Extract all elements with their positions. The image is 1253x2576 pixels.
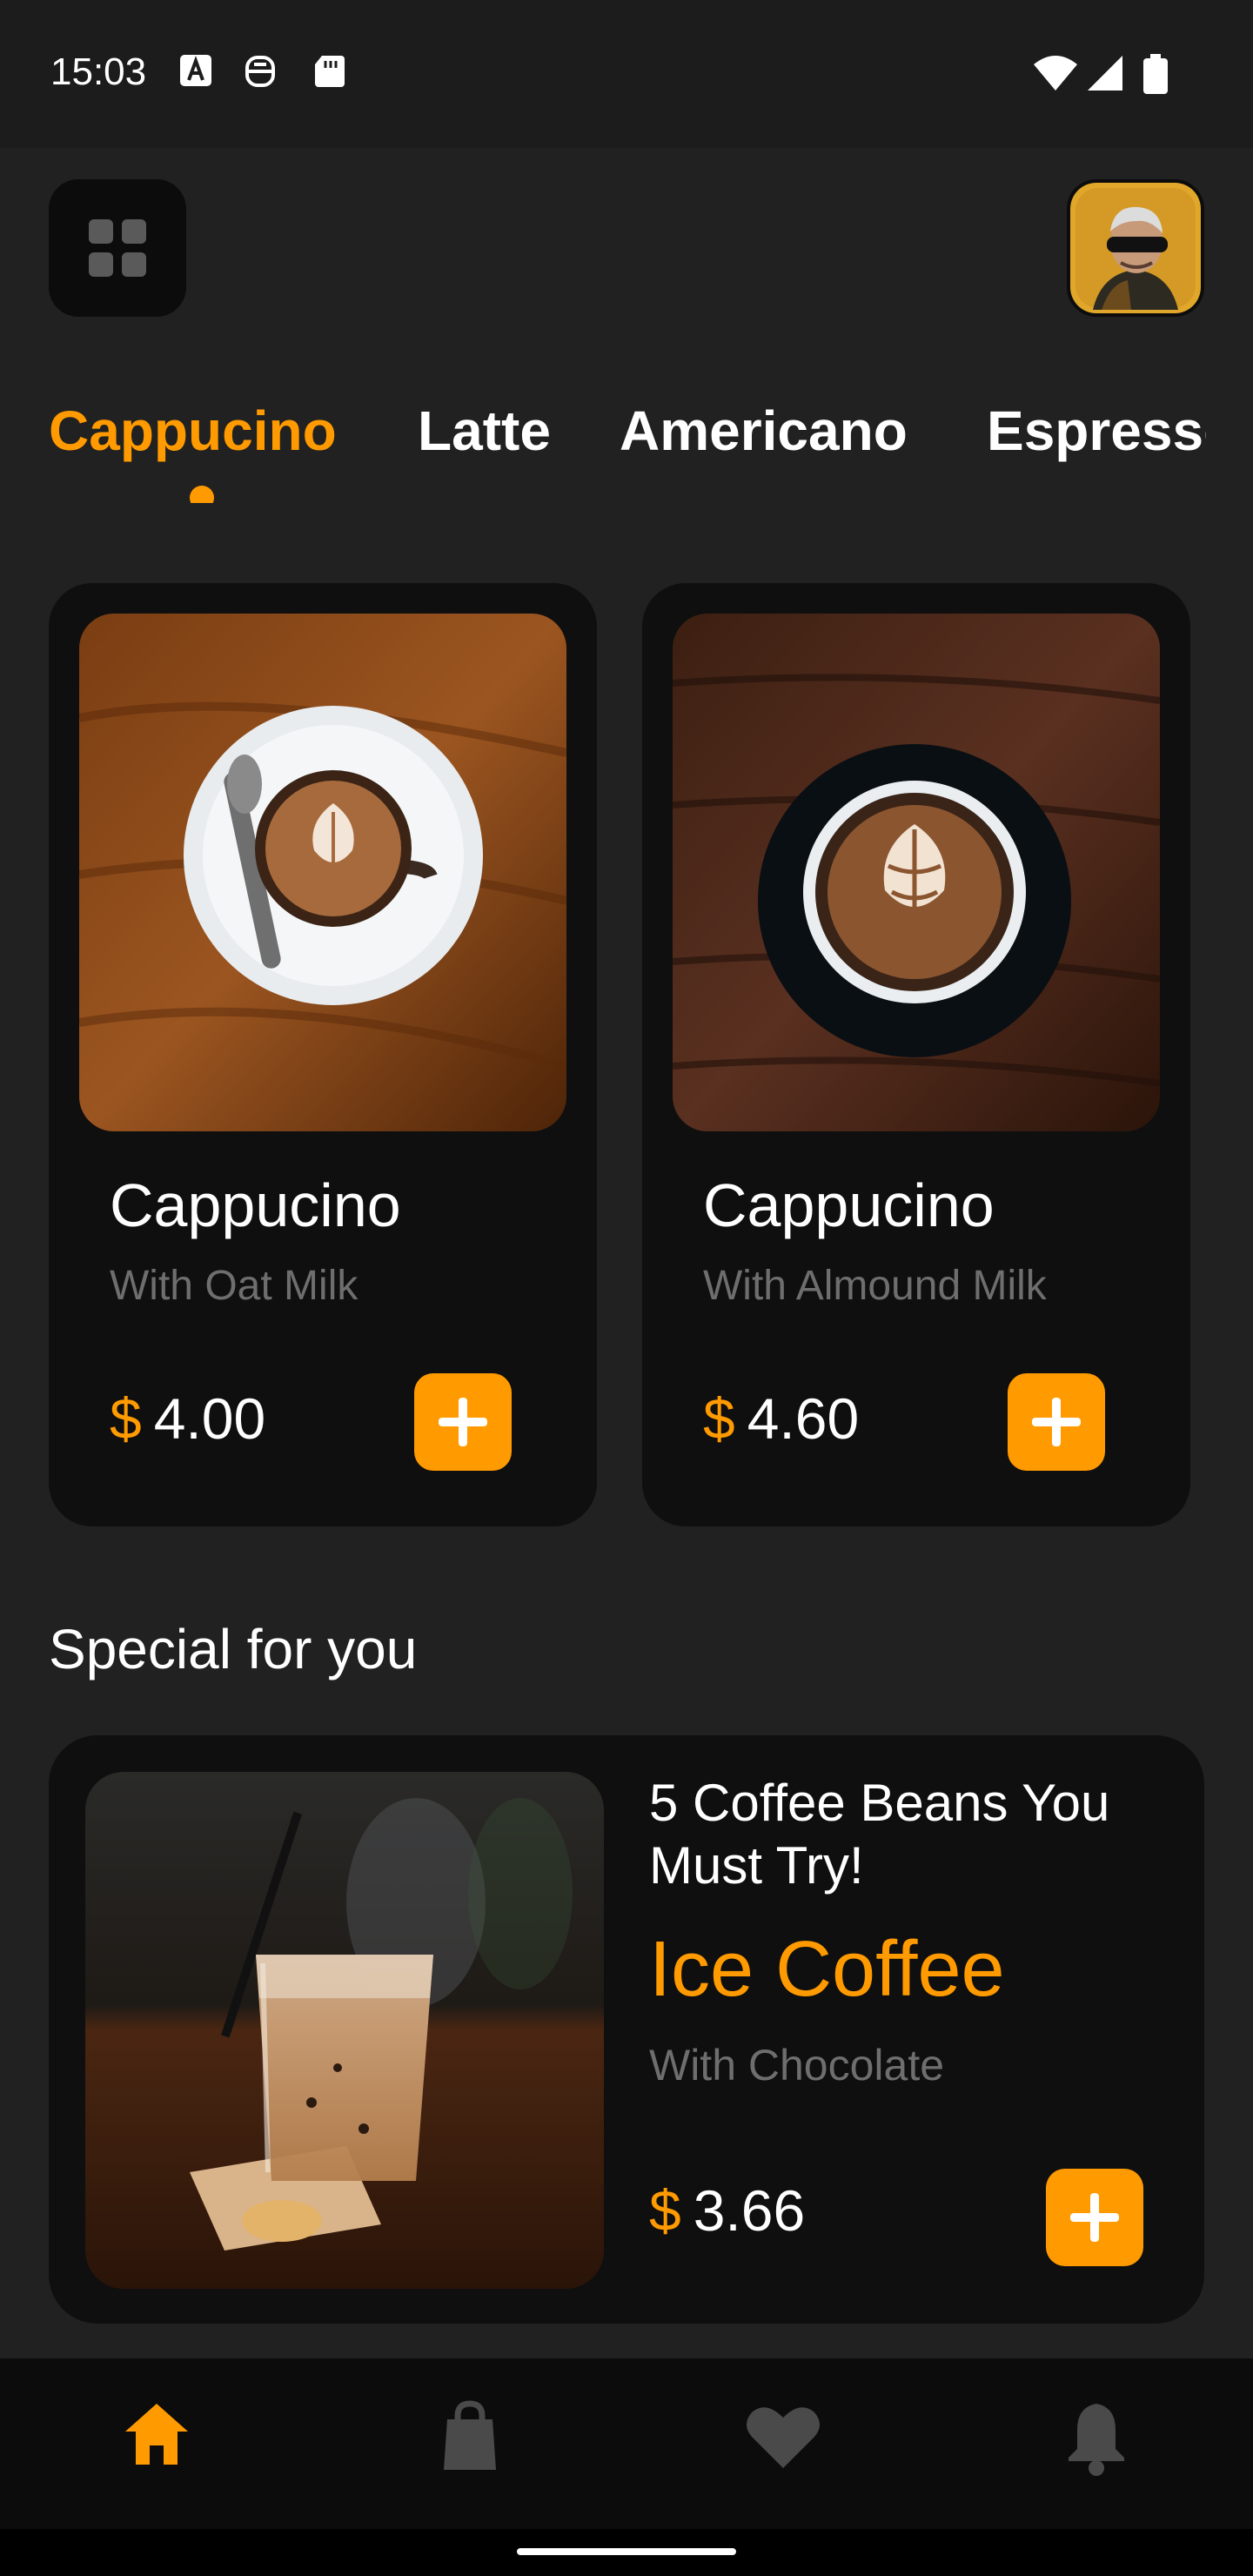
avatar[interactable] [1067, 179, 1204, 317]
menu-button[interactable] [49, 179, 186, 317]
nav-home[interactable] [104, 2385, 209, 2489]
section-title: Special for you [49, 1618, 418, 1680]
nav-orders[interactable] [418, 2385, 522, 2489]
product-image [673, 614, 1160, 1131]
product-price: $4.60 [703, 1385, 859, 1452]
active-tab-indicator [190, 486, 214, 503]
special-offer-card[interactable]: 5 Coffee Beans You Must Try! Ice Coffee … [49, 1735, 1204, 2324]
add-to-cart-button[interactable] [1008, 1373, 1105, 1471]
home-gesture-handle[interactable] [517, 2548, 736, 2555]
bottom-navigation [0, 2358, 1253, 2529]
product-image [79, 614, 566, 1131]
product-subtitle: With Almound Milk [703, 1263, 1047, 1309]
vpn-notification-icon [245, 56, 275, 87]
status-time: 15:03 [50, 50, 147, 93]
product-name: Cappucino [110, 1171, 401, 1239]
special-price: $3.66 [649, 2177, 805, 2244]
tab-americano[interactable]: Americano [620, 399, 908, 463]
sd-card-icon [315, 56, 345, 87]
shopping-bag-icon [444, 2400, 496, 2470]
nav-notifications[interactable] [1044, 2385, 1149, 2489]
currency-symbol: $ [649, 2178, 681, 2243]
tab-espresso[interactable]: Espresso [987, 399, 1206, 463]
special-image [85, 1772, 604, 2289]
product-price: $4.00 [110, 1385, 265, 1452]
nav-favorites[interactable] [731, 2385, 835, 2489]
heart-icon [747, 2407, 820, 2468]
currency-symbol: $ [703, 1386, 735, 1451]
avatar-image [1070, 183, 1201, 313]
product-card[interactable]: Cappucino With Oat Milk $4.00 [49, 583, 597, 1526]
price-value: 4.00 [153, 1386, 266, 1451]
home-icon [125, 2404, 188, 2465]
add-to-cart-button[interactable] [1046, 2169, 1143, 2266]
battery-icon [1143, 54, 1168, 94]
gesture-bar [0, 2529, 1253, 2576]
add-to-cart-button[interactable] [414, 1373, 512, 1471]
category-tabs: Cappucino Latte Americano Espresso [49, 399, 1206, 503]
price-value: 3.66 [693, 2178, 806, 2243]
price-value: 4.60 [747, 1386, 860, 1451]
currency-symbol: $ [110, 1386, 142, 1451]
special-headline: 5 Coffee Beans You Must Try! [649, 1774, 1110, 1895]
product-subtitle: With Oat Milk [110, 1263, 358, 1309]
special-subtitle: With Chocolate [649, 2041, 945, 2090]
wifi-icon [1034, 56, 1077, 91]
status-bar: 15:03 [0, 0, 1253, 148]
signal-icon [1088, 56, 1122, 91]
product-card[interactable]: Cappucino With Almound Milk $4.60 [642, 583, 1190, 1526]
tab-cappucino[interactable]: Cappucino [49, 399, 337, 463]
font-notification-icon [180, 55, 211, 86]
special-product-name: Ice Coffee [649, 1926, 1005, 2013]
product-name: Cappucino [703, 1171, 995, 1239]
bell-icon [1069, 2404, 1124, 2476]
tab-latte[interactable]: Latte [418, 399, 551, 463]
